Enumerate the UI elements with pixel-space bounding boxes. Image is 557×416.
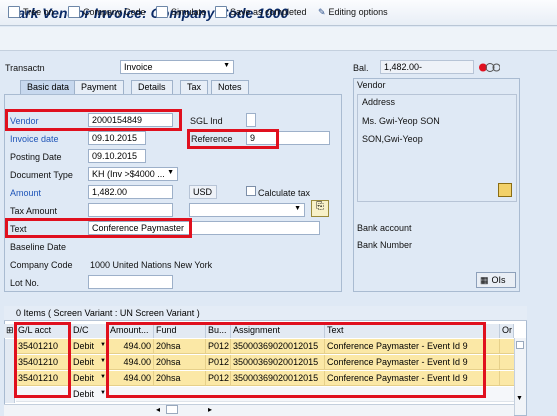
- open-items-button[interactable]: ▦ OIs: [476, 272, 516, 288]
- company-code-label: Company Code: [10, 260, 73, 270]
- tab-basic-data[interactable]: Basic data: [20, 80, 77, 95]
- scroll-down-icon[interactable]: ▼: [516, 395, 523, 402]
- pencil-icon: ✎: [318, 6, 326, 17]
- grid-title: 0 Items ( Screen Variant : UN Screen Var…: [4, 306, 527, 321]
- bal-label: Bal.: [353, 63, 369, 73]
- lot-no-label: Lot No.: [10, 278, 40, 288]
- baseline-date-label: Baseline Date: [10, 242, 67, 252]
- simulate-button[interactable]: Simulate: [156, 4, 206, 20]
- document-type-value: KH (Inv >$4000 ...: [92, 169, 165, 179]
- bank-number-label: Bank Number: [357, 240, 413, 250]
- invoice-date-label: Invoice date: [10, 134, 59, 144]
- company-code-button[interactable]: Company Code: [68, 4, 146, 20]
- address-line-2: SON,Gwi-Yeop: [362, 134, 423, 144]
- status-light-icon: [478, 62, 501, 73]
- vertical-scrollbar[interactable]: [514, 338, 526, 415]
- col-dc[interactable]: D/C: [71, 324, 108, 338]
- save-icon: [215, 6, 227, 18]
- company-code-label: Company Code: [83, 7, 146, 17]
- tree-on-button[interactable]: Tree on: [8, 4, 54, 20]
- company-code-value: 1000 United Nations New York: [90, 260, 213, 270]
- address-line-1: Ms. Gwi-Yeop SON: [362, 116, 440, 126]
- posting-date-input[interactable]: 09.10.2015: [88, 149, 146, 163]
- bank-account-label: Bank account: [357, 223, 412, 233]
- amount-input[interactable]: 1,482.00: [88, 185, 173, 199]
- open-items-label: OIs: [491, 275, 506, 285]
- grid-icon: ▦: [480, 274, 489, 285]
- horizontal-scrollbar[interactable]: [4, 404, 514, 416]
- vendor-panel-title: Vendor: [357, 80, 386, 90]
- vendor-info-icon[interactable]: [498, 183, 512, 197]
- scroll-thumb[interactable]: [166, 405, 178, 414]
- line-items-highlight: [106, 322, 486, 398]
- save-as-completed-button[interactable]: Save as completed: [215, 4, 307, 20]
- transactn-label: Transactn: [5, 63, 45, 73]
- chevron-down-icon: ▼: [167, 169, 174, 176]
- col-or[interactable]: Or: [500, 324, 514, 338]
- tab-payment[interactable]: Payment: [74, 80, 124, 95]
- invoice-date-input[interactable]: 09.10.2015: [88, 131, 146, 145]
- document-type-select[interactable]: KH (Inv >$4000 ... ▼: [88, 167, 178, 181]
- transactn-select[interactable]: Invoice ▼: [120, 60, 234, 74]
- address-title: Address: [362, 97, 396, 107]
- tree-icon: [8, 6, 20, 18]
- chevron-down-icon: ▼: [294, 205, 301, 212]
- gl-acct-highlight: [14, 322, 71, 398]
- tax-code-select[interactable]: ▼: [189, 203, 305, 217]
- editing-options-label: Editing options: [328, 7, 388, 17]
- tab-details[interactable]: Details: [131, 80, 173, 95]
- scroll-right-icon[interactable]: ▸: [208, 405, 212, 414]
- tax-overview-icon[interactable]: ⎘: [311, 200, 329, 217]
- editing-options-button[interactable]: ✎ Editing options: [318, 4, 388, 20]
- document-type-label: Document Type: [10, 170, 73, 180]
- tax-amount-label: Tax Amount: [10, 206, 58, 216]
- application-toolbar: [0, 27, 557, 51]
- scroll-left-icon[interactable]: ◂: [156, 405, 160, 414]
- sgl-ind-label: SGL Ind: [190, 116, 223, 126]
- amount-label: Amount: [10, 188, 42, 198]
- calculate-tax-checkbox[interactable]: [246, 186, 256, 196]
- text-highlight: [5, 218, 192, 238]
- bal-field: 1,482.00-: [380, 60, 474, 74]
- grid-icon: [156, 6, 168, 18]
- tab-notes[interactable]: Notes: [211, 80, 249, 95]
- save-as-completed-label: Save as completed: [230, 7, 307, 17]
- tree-on-label: Tree on: [23, 7, 54, 17]
- currency-field: USD: [189, 185, 217, 199]
- scroll-thumb[interactable]: [516, 341, 524, 349]
- calculate-tax-label: Calculate tax: [258, 188, 311, 198]
- document-icon: [68, 6, 80, 18]
- lot-no-input[interactable]: [88, 275, 173, 289]
- vendor-highlight: [5, 109, 182, 131]
- tab-tax[interactable]: Tax: [180, 80, 209, 95]
- reference-highlight: [187, 129, 279, 149]
- address-group: [357, 94, 517, 202]
- tax-amount-input[interactable]: [88, 203, 173, 217]
- chevron-down-icon: ▼: [223, 62, 230, 69]
- transactn-value: Invoice: [124, 62, 153, 72]
- posting-date-label: Posting Date: [10, 152, 62, 162]
- sgl-ind-input[interactable]: [246, 113, 256, 127]
- simulate-label: Simulate: [171, 7, 207, 17]
